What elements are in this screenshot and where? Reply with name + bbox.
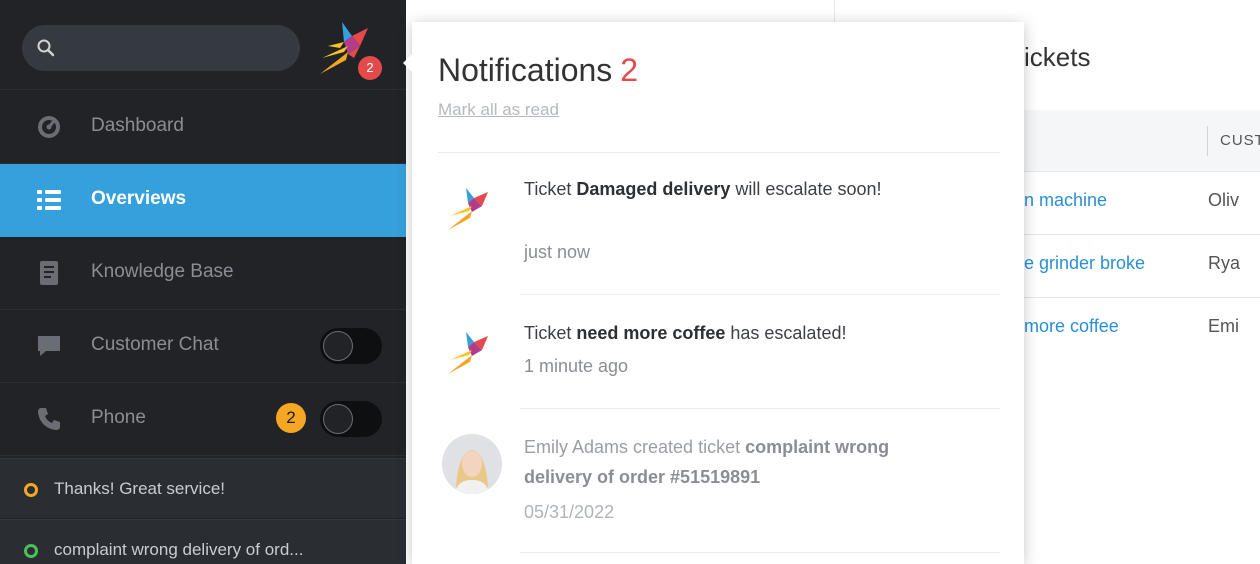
notification-text: Ticket Damaged delivery will escalate so… (524, 174, 924, 204)
dashboard-icon (38, 116, 60, 138)
toggle-knob (323, 331, 353, 361)
notifications-popover: Notifications 2 Mark all as read Ticket D… (403, 22, 1024, 564)
notification-time: 05/31/2022 (524, 502, 615, 522)
notification-text-prefix: Ticket (524, 179, 577, 199)
notification-item[interactable]: Ticket need more coffee has escalated! 1… (438, 318, 1000, 388)
notification-time: just now (524, 242, 591, 262)
ticket-title-link[interactable]: more coffee (1024, 316, 1119, 337)
popover-arrow (403, 54, 412, 72)
notification-text-suffix: has escalated! (725, 323, 847, 343)
notification-text: Emily Adams created ticket complaint wro… (524, 432, 924, 492)
search-icon (37, 39, 55, 57)
logo-bird-icon (448, 188, 488, 230)
notifications-title: Notifications 2 (438, 52, 638, 89)
phone-toggle[interactable] (320, 401, 382, 437)
notification-ticket-title: Damaged delivery (576, 179, 731, 199)
sidebar-item-label: Customer Chat (91, 334, 219, 355)
logo-bird-icon (448, 332, 488, 374)
table-row[interactable]: n machine Oliv (1024, 172, 1260, 235)
notifications-title-text: Notifications (438, 52, 613, 88)
ticket-customer: Emi (1208, 316, 1239, 336)
notification-item[interactable]: Emily Adams created ticket complaint wro… (438, 432, 1000, 542)
list-icon (37, 190, 61, 210)
logo-notifications-button[interactable]: 2 (318, 18, 384, 82)
chat-status-dot (24, 483, 38, 497)
divider (520, 294, 1000, 295)
column-header-customer[interactable]: CUST (1220, 132, 1260, 149)
notification-text-prefix: Emily Adams created ticket (524, 437, 746, 457)
notification-count-badge: 2 (358, 56, 382, 80)
table-row[interactable]: more coffee Emi (1024, 298, 1260, 361)
page-title: ickets (1024, 42, 1091, 72)
ticket-customer: Rya (1208, 253, 1241, 273)
search-input[interactable] (22, 25, 300, 71)
phone-count-badge: 2 (276, 403, 306, 433)
divider (520, 408, 1000, 409)
mark-all-read-link[interactable]: Mark all as read (438, 100, 559, 120)
notification-text-suffix: will escalate soon! (730, 179, 882, 199)
table-row[interactable]: e grinder broke Rya (1024, 235, 1260, 298)
notification-text: Ticket need more coffee has escalated! (524, 318, 924, 348)
table-header: CUST (1024, 110, 1260, 172)
notification-time: 1 minute ago (524, 356, 629, 376)
sidebar-item-overviews[interactable]: Overviews (0, 164, 406, 237)
ticket-title-link[interactable]: n machine (1024, 190, 1107, 211)
divider (520, 552, 1000, 553)
notifications-count: 2 (620, 52, 639, 88)
ticket-customer: Oliv (1208, 190, 1239, 210)
chat-session-item[interactable]: complaint wrong delivery of ord... (0, 519, 406, 564)
sidebar-item-knowledge-base[interactable]: Knowledge Base (0, 237, 406, 310)
customer-chat-toggle[interactable] (320, 328, 382, 364)
sidebar-item-label: Knowledge Base (91, 261, 234, 282)
sidebar: 2 Dashboard Overviews Knowledge Base Cus… (0, 0, 406, 564)
column-divider (1207, 126, 1208, 156)
chat-session-label: Thanks! Great service! (54, 479, 226, 498)
book-icon (40, 261, 58, 285)
ticket-title-link[interactable]: e grinder broke (1024, 253, 1145, 274)
avatar (442, 434, 502, 494)
divider (438, 152, 1000, 153)
chat-session-label: complaint wrong delivery of ord... (54, 540, 304, 559)
search-row: 2 (0, 0, 406, 90)
sidebar-item-label: Dashboard (91, 115, 184, 136)
toggle-knob (323, 404, 353, 434)
sidebar-item-customer-chat[interactable]: Customer Chat (0, 310, 406, 383)
chat-bubble-icon (38, 336, 60, 356)
chat-session-item[interactable]: Thanks! Great service! (0, 458, 406, 518)
sidebar-item-label: Overviews (91, 188, 187, 209)
phone-icon (38, 408, 60, 430)
sidebar-item-label: Phone (91, 407, 146, 428)
sidebar-item-phone[interactable]: Phone 2 (0, 383, 406, 456)
notification-text-prefix: Ticket (524, 323, 577, 343)
notification-ticket-title: need more coffee (576, 323, 726, 343)
sidebar-item-dashboard[interactable]: Dashboard (0, 91, 406, 164)
notification-item[interactable]: Ticket Damaged delivery will escalate so… (438, 174, 1000, 274)
chat-status-dot (24, 544, 38, 558)
